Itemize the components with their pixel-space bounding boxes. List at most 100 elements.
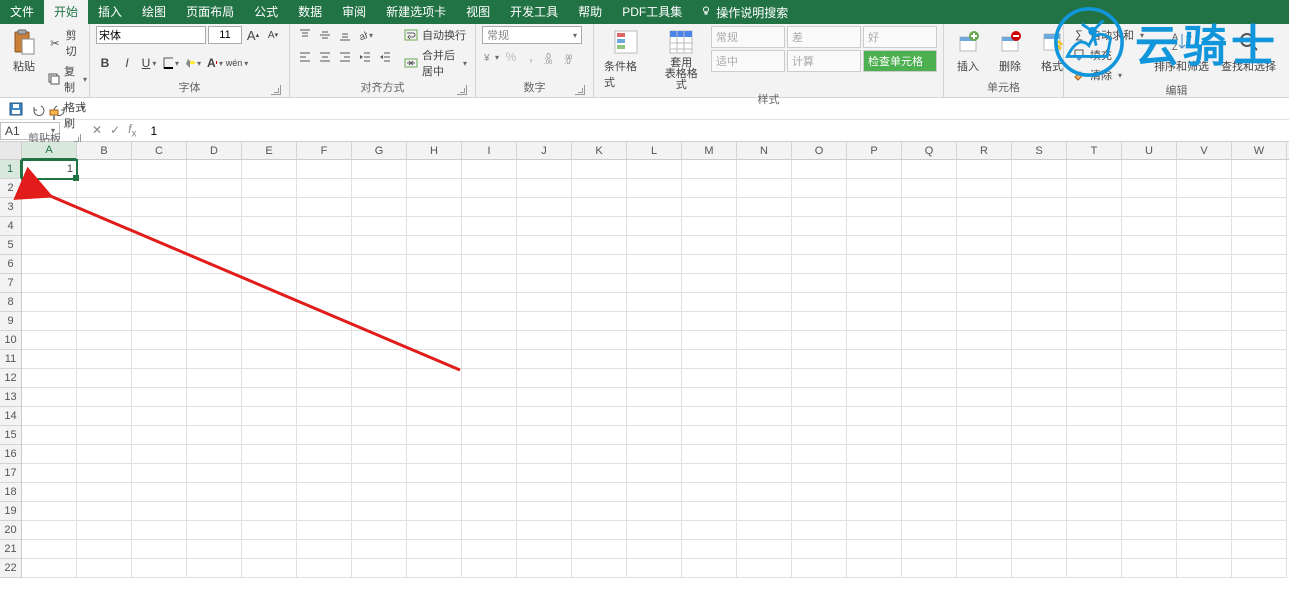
cell-S20[interactable] <box>1012 521 1067 540</box>
cell-Q20[interactable] <box>902 521 957 540</box>
cell-D10[interactable] <box>187 331 242 350</box>
cell-O5[interactable] <box>792 236 847 255</box>
cell-O10[interactable] <box>792 331 847 350</box>
cell-S2[interactable] <box>1012 179 1067 198</box>
cell-T14[interactable] <box>1067 407 1122 426</box>
cell-P12[interactable] <box>847 369 902 388</box>
accounting-format-button[interactable]: ¥▾ <box>482 48 500 66</box>
cell-L19[interactable] <box>627 502 682 521</box>
cell-Q19[interactable] <box>902 502 957 521</box>
cell-Q6[interactable] <box>902 255 957 274</box>
cell-G5[interactable] <box>352 236 407 255</box>
cell-L21[interactable] <box>627 540 682 559</box>
row-header-21[interactable]: 21 <box>0 540 22 559</box>
cell-K5[interactable] <box>572 236 627 255</box>
cell-K3[interactable] <box>572 198 627 217</box>
cell-A14[interactable] <box>22 407 77 426</box>
col-header-P[interactable]: P <box>847 142 902 159</box>
cell-D3[interactable] <box>187 198 242 217</box>
cell-Q9[interactable] <box>902 312 957 331</box>
cell-A22[interactable] <box>22 559 77 578</box>
row-header-5[interactable]: 5 <box>0 236 22 255</box>
cell-G9[interactable] <box>352 312 407 331</box>
cell-E19[interactable] <box>242 502 297 521</box>
cell-G8[interactable] <box>352 293 407 312</box>
cell-N18[interactable] <box>737 483 792 502</box>
cell-O17[interactable] <box>792 464 847 483</box>
cell-C16[interactable] <box>132 445 187 464</box>
cell-D21[interactable] <box>187 540 242 559</box>
cell-K14[interactable] <box>572 407 627 426</box>
cell-H9[interactable] <box>407 312 462 331</box>
cell-E16[interactable] <box>242 445 297 464</box>
cell-P3[interactable] <box>847 198 902 217</box>
cell-L18[interactable] <box>627 483 682 502</box>
align-right-button[interactable] <box>336 48 354 66</box>
row-header-2[interactable]: 2 <box>0 179 22 198</box>
cell-G7[interactable] <box>352 274 407 293</box>
cell-N6[interactable] <box>737 255 792 274</box>
cell-V2[interactable] <box>1177 179 1232 198</box>
cell-S16[interactable] <box>1012 445 1067 464</box>
tab-insert[interactable]: 插入 <box>88 0 132 24</box>
cell-I11[interactable] <box>462 350 517 369</box>
cell-O19[interactable] <box>792 502 847 521</box>
cell-O6[interactable] <box>792 255 847 274</box>
cell-H2[interactable] <box>407 179 462 198</box>
cell-P14[interactable] <box>847 407 902 426</box>
cell-V16[interactable] <box>1177 445 1232 464</box>
cell-D2[interactable] <box>187 179 242 198</box>
col-header-W[interactable]: W <box>1232 142 1287 159</box>
cell-K15[interactable] <box>572 426 627 445</box>
cell-B9[interactable] <box>77 312 132 331</box>
cell-T19[interactable] <box>1067 502 1122 521</box>
cell-M7[interactable] <box>682 274 737 293</box>
cell-W10[interactable] <box>1232 331 1287 350</box>
cell-N11[interactable] <box>737 350 792 369</box>
cell-H7[interactable] <box>407 274 462 293</box>
cell-V5[interactable] <box>1177 236 1232 255</box>
cell-R5[interactable] <box>957 236 1012 255</box>
cell-Q13[interactable] <box>902 388 957 407</box>
cell-W17[interactable] <box>1232 464 1287 483</box>
cell-U1[interactable] <box>1122 160 1177 179</box>
cell-T8[interactable] <box>1067 293 1122 312</box>
col-header-G[interactable]: G <box>352 142 407 159</box>
cell-C9[interactable] <box>132 312 187 331</box>
cell-G13[interactable] <box>352 388 407 407</box>
cell-U17[interactable] <box>1122 464 1177 483</box>
cell-L9[interactable] <box>627 312 682 331</box>
cell-Q7[interactable] <box>902 274 957 293</box>
underline-button[interactable]: U▾ <box>140 54 158 72</box>
cell-S6[interactable] <box>1012 255 1067 274</box>
col-header-B[interactable]: B <box>77 142 132 159</box>
align-middle-button[interactable] <box>316 26 334 44</box>
cell-T1[interactable] <box>1067 160 1122 179</box>
cell-U15[interactable] <box>1122 426 1177 445</box>
cell-D9[interactable] <box>187 312 242 331</box>
cell-V20[interactable] <box>1177 521 1232 540</box>
col-header-D[interactable]: D <box>187 142 242 159</box>
cell-B12[interactable] <box>77 369 132 388</box>
cell-M5[interactable] <box>682 236 737 255</box>
col-header-N[interactable]: N <box>737 142 792 159</box>
col-header-H[interactable]: H <box>407 142 462 159</box>
cell-F15[interactable] <box>297 426 352 445</box>
cell-G12[interactable] <box>352 369 407 388</box>
cell-S21[interactable] <box>1012 540 1067 559</box>
cell-G1[interactable] <box>352 160 407 179</box>
cell-V18[interactable] <box>1177 483 1232 502</box>
cell-T20[interactable] <box>1067 521 1122 540</box>
cell-V21[interactable] <box>1177 540 1232 559</box>
row-header-17[interactable]: 17 <box>0 464 22 483</box>
paste-button[interactable]: 粘贴 <box>6 26 42 76</box>
cell-N1[interactable] <box>737 160 792 179</box>
cell-C22[interactable] <box>132 559 187 578</box>
cell-N19[interactable] <box>737 502 792 521</box>
cell-U21[interactable] <box>1122 540 1177 559</box>
cell-G16[interactable] <box>352 445 407 464</box>
cell-O11[interactable] <box>792 350 847 369</box>
row-header-1[interactable]: 1 <box>0 160 22 179</box>
tab-dev[interactable]: 开发工具 <box>500 0 568 24</box>
cell-M20[interactable] <box>682 521 737 540</box>
